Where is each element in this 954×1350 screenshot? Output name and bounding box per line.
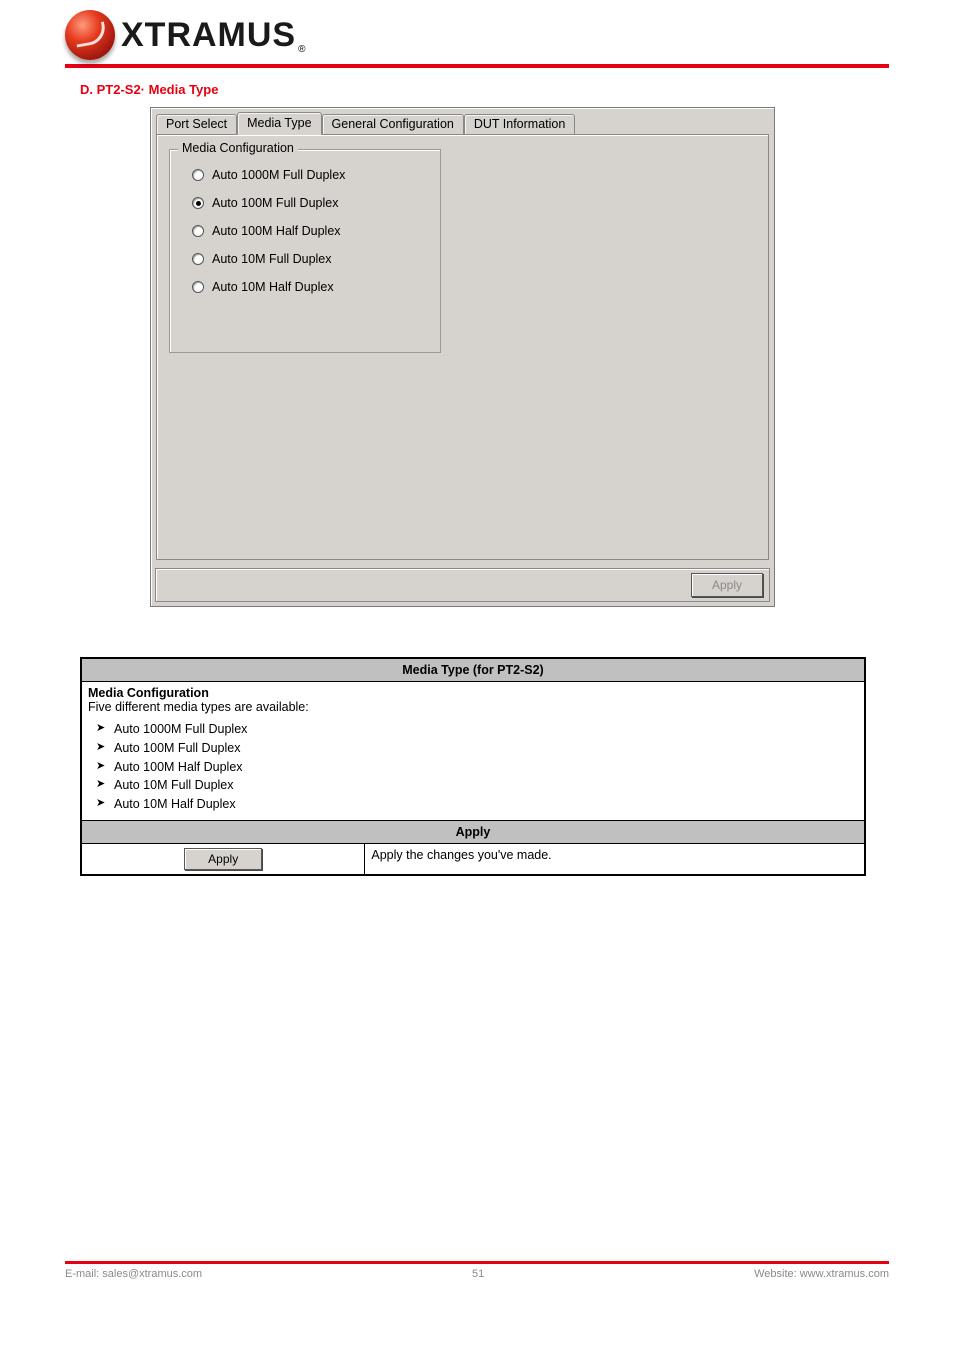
footer-left: E-mail: sales@xtramus.com [65, 1268, 202, 1280]
list-item: Auto 10M Full Duplex [96, 776, 858, 795]
brand-name: XTRAMUS [121, 16, 296, 54]
window-bottom-bar: Apply [155, 568, 770, 602]
list-item-label: Auto 1000M Full Duplex [114, 722, 247, 736]
list-item-label: Auto 10M Half Duplex [114, 797, 236, 811]
list-item: Auto 100M Full Duplex [96, 739, 858, 758]
list-item-label: Auto 10M Full Duplex [114, 778, 234, 792]
radio-label: Auto 1000M Full Duplex [212, 168, 345, 182]
radio-label: Auto 10M Full Duplex [212, 252, 332, 266]
apply-btn-cell: Apply [81, 843, 365, 875]
apply-mini-label: Apply [208, 852, 238, 866]
table-header-media: Media Type (for PT2-S2) [81, 658, 865, 682]
radio-icon [192, 281, 204, 293]
footer-center: 51 [472, 1268, 484, 1280]
radio-auto-100m-half[interactable]: Auto 100M Half Duplex [192, 224, 440, 238]
list-item-label: Auto 100M Half Duplex [114, 760, 243, 774]
tab-label: Port Select [166, 117, 227, 131]
apply-button-label: Apply [712, 578, 742, 592]
radio-label: Auto 100M Half Duplex [212, 224, 341, 238]
radio-auto-1000m-full[interactable]: Auto 1000M Full Duplex [192, 168, 440, 182]
media-items-list: Auto 1000M Full Duplex Auto 100M Full Du… [96, 720, 858, 814]
groupbox-title: Media Configuration [178, 141, 298, 155]
description-table: Media Type (for PT2-S2) Media Configurat… [80, 657, 866, 876]
apply-button[interactable]: Apply [691, 573, 763, 597]
footer-right: Website: www.xtramus.com [754, 1268, 889, 1280]
brand-reg: ® [298, 44, 305, 55]
tab-label: DUT Information [474, 117, 565, 131]
list-item: Auto 10M Half Duplex [96, 795, 858, 814]
apply-text: Apply the changes you've made. [365, 843, 865, 875]
radio-label: Auto 100M Full Duplex [212, 196, 338, 210]
radio-icon [192, 225, 204, 237]
brand-logo: XTRAMUS® [65, 10, 889, 64]
section-title: D. PT2-S2· Media Type [80, 82, 954, 97]
header-rule [65, 64, 889, 68]
radio-list: Auto 1000M Full Duplex Auto 100M Full Du… [170, 150, 440, 294]
tab-label: Media Type [247, 116, 311, 130]
tab-media-type[interactable]: Media Type [237, 112, 321, 135]
tab-label: General Configuration [332, 117, 454, 131]
radio-auto-10m-full[interactable]: Auto 10M Full Duplex [192, 252, 440, 266]
table-header-apply: Apply [81, 820, 865, 843]
tab-bar: Port Select Media Type General Configura… [156, 112, 575, 135]
apply-mini-button[interactable]: Apply [184, 848, 262, 870]
list-item: Auto 100M Half Duplex [96, 758, 858, 777]
config-window: Port Select Media Type General Configura… [150, 107, 775, 607]
media-intro: Five different media types are available… [88, 700, 858, 714]
tab-panel: Media Configuration Auto 1000M Full Dupl… [156, 134, 769, 560]
radio-icon [192, 169, 204, 181]
radio-icon [192, 253, 204, 265]
list-item: Auto 1000M Full Duplex [96, 720, 858, 739]
radio-auto-10m-half[interactable]: Auto 10M Half Duplex [192, 280, 440, 294]
media-config-group: Media Configuration Auto 1000M Full Dupl… [169, 149, 441, 353]
radio-auto-100m-full[interactable]: Auto 100M Full Duplex [192, 196, 440, 210]
logo-ball-icon [65, 10, 115, 60]
list-item-label: Auto 100M Full Duplex [114, 741, 240, 755]
radio-icon [192, 197, 204, 209]
radio-label: Auto 10M Half Duplex [212, 280, 334, 294]
page-footer: E-mail: sales@xtramus.com 51 Website: ww… [65, 1261, 889, 1280]
media-title: Media Configuration [88, 686, 209, 700]
media-config-cell: Media Configuration Five different media… [81, 682, 865, 821]
